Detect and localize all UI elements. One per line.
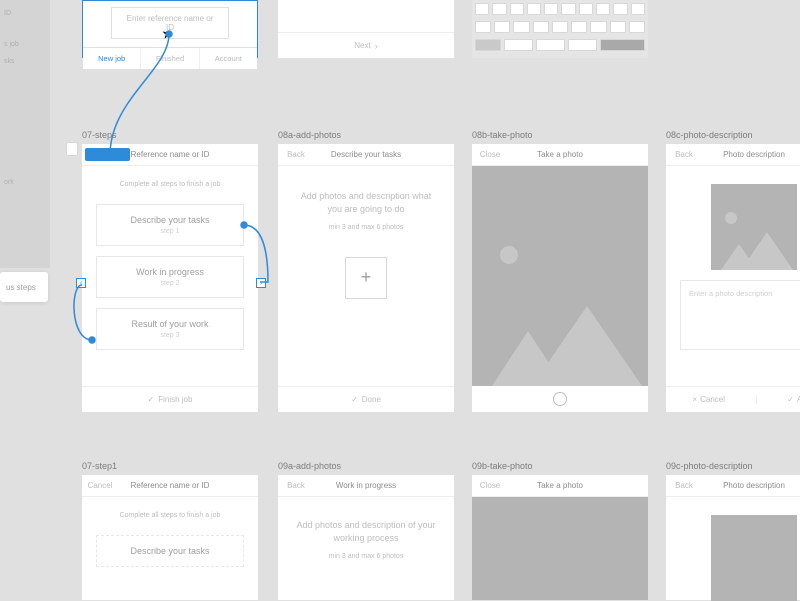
shutter-button[interactable]: [553, 392, 567, 406]
add-photo-button[interactable]: +: [345, 257, 387, 299]
step-card-1[interactable]: Describe your tasks: [96, 535, 244, 567]
left-item: ID: [4, 10, 46, 17]
step-card-3[interactable]: Result of your work step 3: [96, 308, 244, 350]
close-button[interactable]: Close: [472, 150, 508, 159]
photo-thumbnail: [711, 515, 797, 601]
artboard-label: 09a-add-photos: [278, 461, 341, 471]
intro-text: Complete all steps to finish a job: [82, 497, 258, 525]
step-card-1[interactable]: Describe your tasks step 1: [96, 204, 244, 246]
cancel-button[interactable]: Cancel: [666, 395, 752, 404]
screen-title: Reference name or ID: [118, 481, 222, 490]
artboard-07-steps[interactable]: 07-steps Cancel Reference name or ID Com…: [82, 144, 258, 412]
hint-text: min 3 and max 6 photos: [278, 219, 454, 237]
x-icon: [692, 395, 697, 404]
screen-title: Work in progress: [314, 481, 418, 490]
check-icon: [148, 395, 155, 404]
chevron-right-icon: ›: [375, 41, 378, 51]
page-icon: [66, 142, 78, 156]
add-button[interactable]: Add: [756, 395, 800, 404]
left-item: s job: [4, 41, 46, 48]
screen-title: Take a photo: [508, 150, 612, 159]
flow-node-right[interactable]: ›: [256, 278, 266, 288]
screen-title: Describe your tasks: [314, 150, 418, 159]
step-card-2[interactable]: Work in progress step 2: [96, 256, 244, 298]
flow-node-left[interactable]: ‹: [76, 278, 86, 288]
artboard-label: 09b-take-photo: [472, 461, 533, 471]
artboard-08c-photo-description[interactable]: 08c-photo-description Back Photo descrip…: [666, 144, 800, 412]
tab-new-job[interactable]: New job: [83, 48, 141, 69]
left-item: sks: [4, 58, 46, 65]
artboard-07-step1[interactable]: 07-step1 Cancel Reference name or ID Com…: [82, 475, 258, 600]
artboard-08a-add-photos[interactable]: 08a-add-photos Back Describe your tasks …: [278, 144, 454, 412]
camera-viewfinder: [472, 166, 648, 386]
finish-button[interactable]: Finish job: [82, 386, 258, 412]
back-button[interactable]: Back: [278, 150, 314, 159]
artboard-09a-add-photos[interactable]: 09a-add-photos Back Work in progress Add…: [278, 475, 454, 600]
artboard-label: 07-steps: [82, 130, 117, 140]
done-button[interactable]: Done: [278, 386, 454, 412]
photo-thumbnail: [711, 184, 797, 270]
close-button[interactable]: Close: [472, 481, 508, 490]
camera-viewfinder: [472, 497, 648, 600]
artboard-label: 08b-take-photo: [472, 130, 533, 140]
back-button[interactable]: Back: [666, 481, 702, 490]
check-icon: [351, 395, 358, 404]
artboard-label: 08a-add-photos: [278, 130, 341, 140]
artboard-label: 07-step1: [82, 461, 117, 471]
selection-highlight: [85, 148, 130, 161]
subtitle-text: Add photos and description what you are …: [278, 166, 454, 219]
next-button[interactable]: Next›: [278, 32, 454, 58]
left-popover: us steps: [0, 272, 48, 302]
screen-title: Photo description: [702, 481, 800, 490]
artboard-09c-photo-description[interactable]: 09c-photo-description Back Photo descrip…: [666, 475, 800, 600]
screen-title: Reference name or ID: [118, 150, 222, 159]
artboard-08b-take-photo[interactable]: 08b-take-photo Close Take a photo: [472, 144, 648, 412]
tab-account[interactable]: Account: [200, 48, 257, 69]
screen-title: Photo description: [702, 150, 800, 159]
artboard-label: 09c-photo-description: [666, 461, 753, 471]
back-button[interactable]: Back: [666, 150, 702, 159]
artboard-keyboard-crop: [472, 0, 648, 58]
cancel-button[interactable]: Cancel: [82, 481, 118, 490]
screen-title: Take a photo: [508, 481, 612, 490]
description-input[interactable]: Enter a photo description: [680, 280, 800, 350]
left-panel-bg-bottom: ID s job sks: [0, 0, 50, 125]
check-icon: [787, 395, 794, 404]
artboard-label: 08c-photo-description: [666, 130, 753, 140]
left-item: ork: [4, 179, 46, 186]
subtitle-text: Add photos and description of your worki…: [278, 497, 454, 548]
back-button[interactable]: Back: [278, 481, 314, 490]
intro-text: Complete all steps to finish a job: [82, 166, 258, 194]
tab-finished[interactable]: Finished: [141, 48, 199, 69]
artboard-09b-take-photo[interactable]: 09b-take-photo Close Take a photo: [472, 475, 648, 600]
artboard-06b: Next›: [278, 0, 454, 58]
hint-text: min 3 and max 6 photos: [278, 548, 454, 566]
